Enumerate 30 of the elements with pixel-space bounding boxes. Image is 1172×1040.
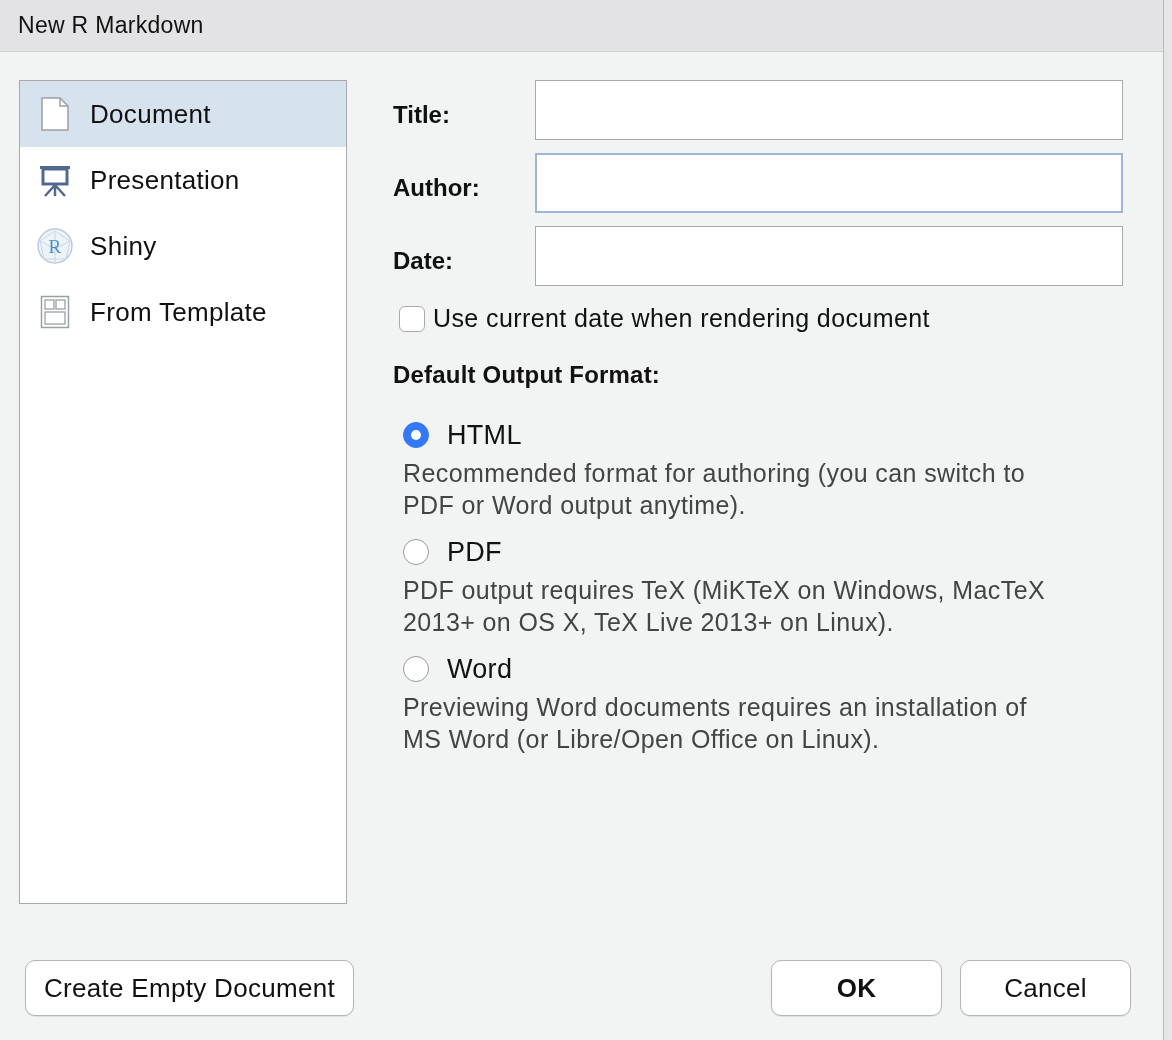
option-description: PDF output requires TeX (MiKTeX on Windows, MacTeX 2013+ on OS X, TeX Live 2013+ on Linux). <box>403 575 1046 638</box>
window-title: New R Markdown <box>18 12 204 39</box>
easel-icon <box>38 163 72 197</box>
dialog-button[interactable]: Create Empty Document <box>25 960 354 1016</box>
sidebar-item[interactable]: R Shiny <box>20 213 346 279</box>
dialog-button[interactable]: Cancel <box>960 960 1131 1016</box>
globe-r-icon: R <box>36 227 74 265</box>
option-description: Recommended format for authoring (you can switch to PDF or Word output anytime). <box>403 458 1027 521</box>
field-label: Title: <box>393 100 451 129</box>
section-heading: Default Output Format: <box>393 361 662 389</box>
radio-label: Word <box>447 653 513 685</box>
checkbox[interactable] <box>399 305 425 332</box>
option-description: Previewing Word documents requires an installation of MS Word (or Libre/Open Office on Linux). <box>403 692 1028 755</box>
radio-label: PDF <box>447 536 502 568</box>
sidebar-item[interactable]: From Template <box>20 279 346 345</box>
input-field[interactable] <box>535 80 1123 140</box>
field-label: Author: <box>393 173 481 202</box>
sidebar-item[interactable]: Document <box>20 81 346 147</box>
radio-button[interactable] <box>403 539 429 565</box>
radio-label: HTML <box>447 419 522 451</box>
field-label: Date: <box>393 246 454 275</box>
dialog-button[interactable]: OK <box>771 960 942 1016</box>
checkbox-label: Use current date when rendering document <box>433 304 930 333</box>
sidebar-item[interactable]: Presentation <box>20 147 346 213</box>
input-field[interactable] <box>535 153 1123 213</box>
layout-icon <box>40 295 70 329</box>
document-icon <box>40 97 70 131</box>
input-field[interactable] <box>535 226 1123 286</box>
radio-button[interactable] <box>403 656 429 682</box>
radio-button[interactable] <box>403 422 429 448</box>
